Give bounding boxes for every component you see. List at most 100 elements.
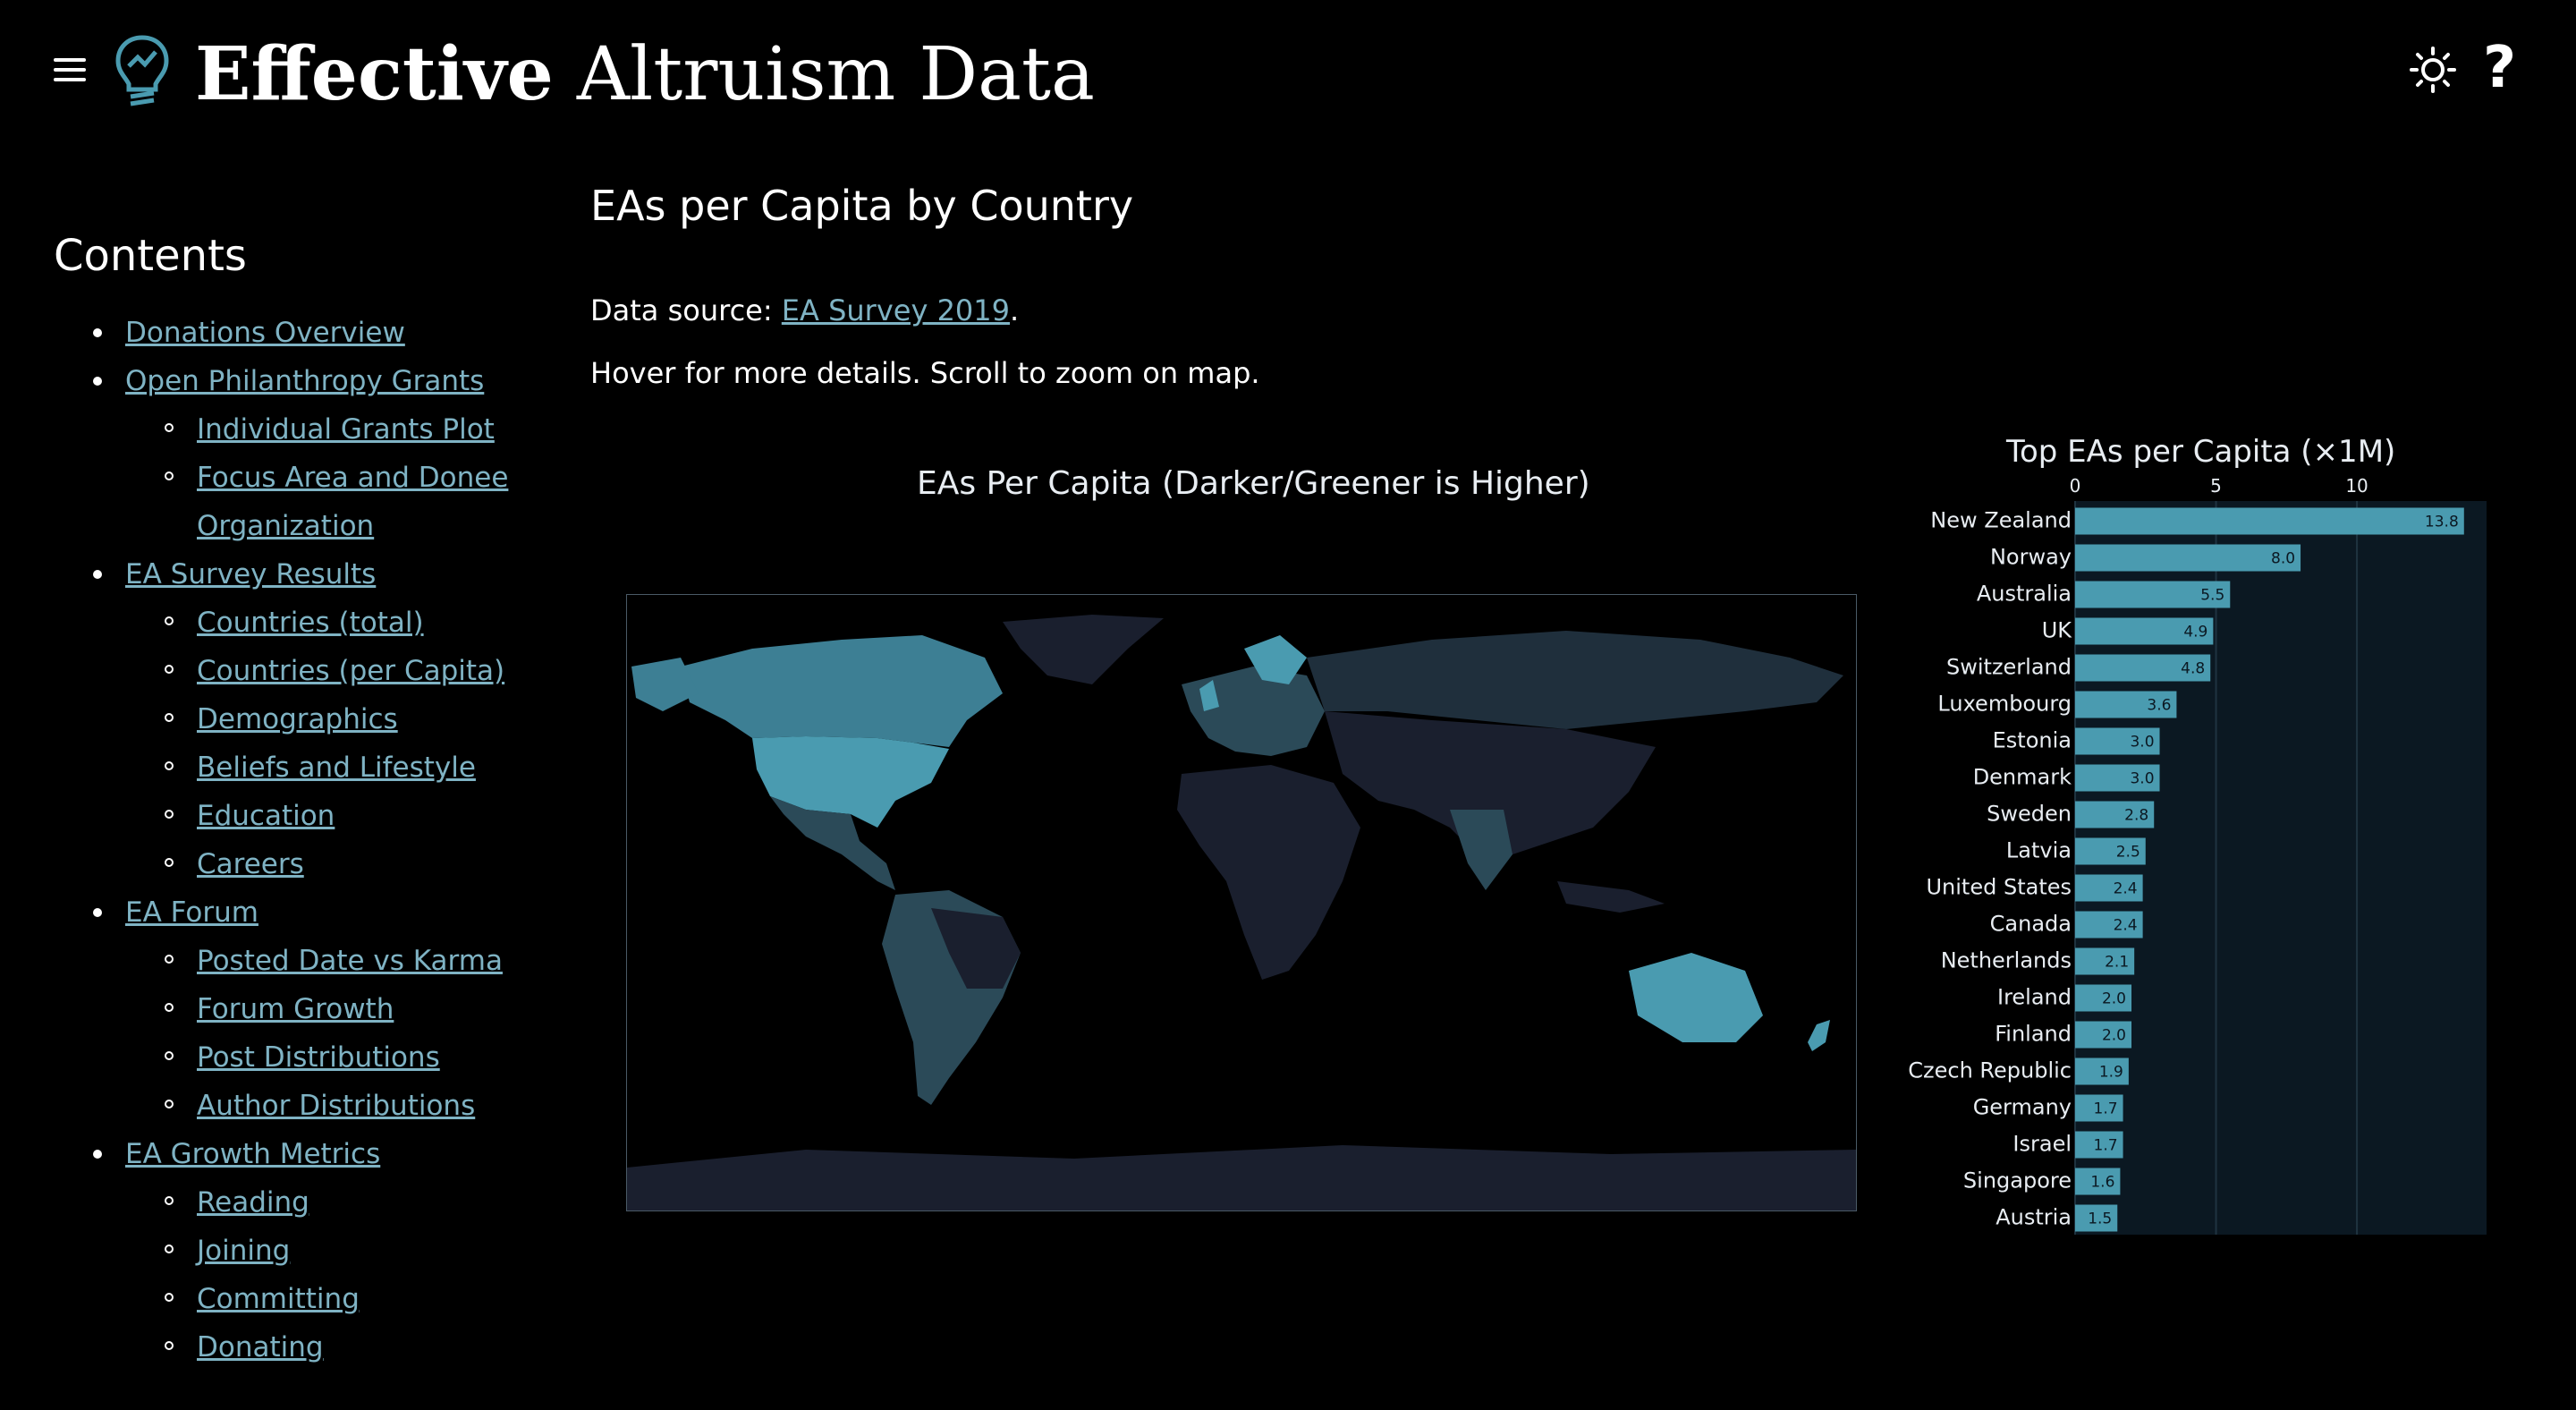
toc-sublink[interactable]: Individual Grants Plot	[197, 413, 495, 446]
category-label: Ireland	[1997, 985, 2072, 1010]
data-label: 1.7	[2094, 1100, 2118, 1118]
toc-sublist: Countries (total) Countries (per Capita) D…	[125, 599, 537, 888]
category-label: Czech Republic	[1908, 1058, 2072, 1083]
toc-subitem: Committing	[125, 1275, 537, 1323]
world-map[interactable]	[626, 594, 1857, 1211]
bar[interactable]	[2075, 507, 2464, 535]
data-source-suffix: .	[1010, 293, 1020, 327]
bullet-icon	[93, 328, 102, 337]
bullet-icon	[165, 1293, 174, 1302]
bar-chart-title: Top EAs per Capita (×1M)	[2006, 434, 2396, 470]
category-label: Luxembourg	[1937, 692, 2072, 717]
toc-link[interactable]: Open Philanthropy Grants	[125, 365, 484, 397]
toc-sublink[interactable]: Education	[197, 800, 335, 832]
map-usa	[752, 736, 949, 828]
toc-sublink[interactable]: Donating	[197, 1331, 324, 1363]
bullet-icon	[165, 1341, 174, 1350]
toc-sublink[interactable]: Careers	[197, 848, 304, 880]
data-source-link[interactable]: EA Survey 2019	[782, 293, 1010, 327]
toc-link[interactable]: Donations Overview	[125, 317, 405, 349]
lightbulb-icon[interactable]	[114, 34, 170, 109]
toc-sublink[interactable]: Forum Growth	[197, 993, 394, 1025]
data-label: 8.0	[2271, 550, 2295, 568]
toc-sublink[interactable]: Countries (per Capita)	[197, 655, 504, 687]
bar[interactable]	[2075, 544, 2301, 572]
category-label: Sweden	[1987, 802, 2072, 827]
toc-subitem: Careers	[125, 840, 537, 888]
bullet-icon	[165, 955, 174, 964]
toc-subitem: Forum Growth	[125, 985, 537, 1033]
toc-link[interactable]: EA Survey Results	[125, 558, 376, 590]
data-label: 2.0	[2102, 990, 2126, 1008]
bullet-icon	[93, 908, 102, 917]
toc-item: EA Growth Metrics Reading Joining Committin…	[54, 1130, 537, 1372]
bullet-icon	[165, 713, 174, 722]
x-tick-label: 10	[2345, 475, 2368, 497]
category-label: Germany	[1973, 1095, 2072, 1120]
map-europe	[1182, 667, 1325, 756]
bullet-icon	[93, 570, 102, 579]
data-label: 3.0	[2130, 770, 2154, 788]
toc-subitem: Focus Area and Donee Organization	[125, 454, 537, 550]
data-label: 2.4	[2114, 880, 2138, 898]
world-map-svg[interactable]	[627, 595, 1856, 1210]
toc-sublink[interactable]: Posted Date vs Karma	[197, 945, 503, 977]
bullet-icon	[165, 1051, 174, 1060]
data-label: 2.1	[2105, 954, 2129, 972]
map-africa	[1177, 765, 1360, 980]
bullet-icon	[93, 1150, 102, 1159]
category-label: Latvia	[2006, 838, 2072, 863]
toc-sublink[interactable]: Committing	[197, 1283, 360, 1315]
toc-subitem: Countries (per Capita)	[125, 647, 537, 695]
site-title[interactable]: Effective Altruism Data	[195, 25, 1095, 124]
toc-subitem: Post Distributions	[125, 1033, 537, 1082]
bar-chart[interactable]: 0 5 10 New Zealand 13.8 Norway 8.0 Australia 5.5…	[1878, 465, 2504, 1235]
site-title-bold: Effective	[195, 31, 554, 117]
bullet-icon	[165, 423, 174, 432]
category-label: Australia	[1977, 582, 2072, 607]
map-australia	[1629, 953, 1763, 1042]
map-canada	[681, 635, 1003, 747]
bullet-icon	[165, 1244, 174, 1253]
data-label: 1.7	[2094, 1137, 2118, 1155]
main-content: EAs per Capita by Country Data source: E…	[590, 174, 2522, 390]
toc-item: EA Forum Posted Date vs Karma Forum Growth…	[54, 888, 537, 1130]
x-tick-label: 5	[2210, 475, 2222, 497]
toc-subitem: Donating	[125, 1323, 537, 1372]
menu-icon[interactable]	[54, 52, 86, 84]
data-label: 2.4	[2114, 917, 2138, 935]
toc-subitem: Posted Date vs Karma	[125, 937, 537, 985]
bullet-icon	[165, 1003, 174, 1012]
toc-sublink[interactable]: Reading	[197, 1186, 309, 1219]
category-label: Estonia	[1993, 728, 2072, 753]
bullet-icon	[165, 471, 174, 480]
bullet-icon	[165, 1100, 174, 1108]
data-label: 2.5	[2116, 844, 2140, 862]
toc-link[interactable]: EA Forum	[125, 896, 258, 929]
toc-sublist: Individual Grants Plot Focus Area and Don…	[125, 405, 537, 550]
category-label: UK	[2042, 618, 2073, 643]
bullet-icon	[165, 1196, 174, 1205]
bullet-icon	[165, 665, 174, 674]
bullet-icon	[165, 616, 174, 625]
toc-sublink[interactable]: Focus Area and Donee Organization	[197, 462, 508, 542]
plot-background	[2075, 501, 2487, 1235]
toc-sublink[interactable]: Post Distributions	[197, 1041, 440, 1074]
toc-sublink[interactable]: Demographics	[197, 703, 398, 735]
map-new-zealand	[1808, 1020, 1830, 1051]
contents-title: Contents	[54, 231, 247, 281]
x-tick-label: 0	[2070, 475, 2081, 497]
toc-sublink[interactable]: Author Distributions	[197, 1090, 475, 1122]
help-icon[interactable]: ?	[2483, 32, 2516, 104]
bullet-icon	[93, 377, 102, 386]
toc-sublink[interactable]: Joining	[197, 1235, 290, 1267]
category-label: Singapore	[1963, 1168, 2072, 1193]
sun-icon[interactable]	[2410, 47, 2456, 93]
toc-sublink[interactable]: Beliefs and Lifestyle	[197, 752, 476, 784]
data-source-text: Data source: EA Survey 2019.	[590, 291, 1019, 330]
category-label: Denmark	[1973, 765, 2072, 790]
data-source-prefix: Data source:	[590, 293, 782, 327]
data-label: 1.5	[2088, 1210, 2112, 1228]
toc-link[interactable]: EA Growth Metrics	[125, 1138, 380, 1170]
toc-sublink[interactable]: Countries (total)	[197, 607, 424, 639]
